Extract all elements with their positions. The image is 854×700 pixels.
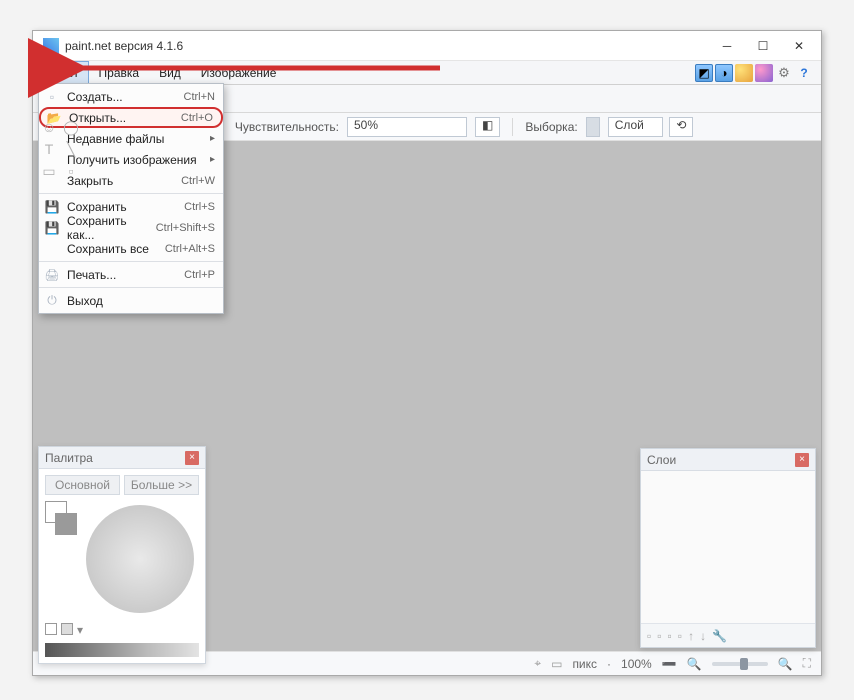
tool-more-icon[interactable]: ▫ (61, 161, 81, 181)
tolerance-input[interactable]: 50% (347, 117, 467, 137)
colors-window-icon[interactable] (755, 64, 773, 82)
zoom-out-icon[interactable]: ➖ (662, 657, 677, 671)
separator (512, 118, 513, 136)
history-window-icon[interactable]: ◑ (715, 64, 733, 82)
gradient-strip[interactable] (45, 643, 199, 657)
menu-item-saveas[interactable]: 💾 Сохранить как... Ctrl+Shift+S (39, 217, 223, 238)
tolerance-label: Чувствительность: (235, 120, 339, 134)
menubar: Файл Правка Вид Изображение ◩ ◑ ⚙ ? (33, 61, 821, 85)
menu-image[interactable]: Изображение (191, 61, 287, 84)
selection-swatch-icon[interactable] (586, 117, 600, 137)
recent-color[interactable] (45, 623, 57, 635)
tool-rect-icon[interactable]: ▭ (39, 161, 59, 181)
tolerance-mode-icon[interactable]: ◧ (475, 117, 500, 137)
menu-separator (39, 261, 223, 262)
layers-list[interactable] (641, 471, 815, 623)
cursor-pos-icon: ⌖ (534, 656, 541, 671)
save-icon: 💾 (45, 200, 59, 214)
tools-window-icon[interactable]: ◩ (695, 64, 713, 82)
zoom-value: 100% (621, 657, 652, 671)
primary-color-select[interactable]: Основной (45, 475, 120, 495)
duplicate-layer-icon[interactable]: ▫ (668, 629, 672, 643)
new-file-icon: ▫ (45, 90, 59, 104)
menu-separator (39, 287, 223, 288)
layers-toolbar: ▫ ▫ ▫ ▫ ↑ ↓ 🔧 (641, 623, 815, 647)
close-button[interactable]: ✕ (781, 32, 817, 60)
delete-layer-icon[interactable]: ▫ (657, 629, 661, 643)
selection-size-icon: ▭ (551, 657, 562, 671)
tool-line-icon[interactable]: ╲ (61, 139, 81, 159)
secondary-swatch[interactable] (55, 513, 77, 535)
tool-text-icon[interactable]: T (39, 139, 59, 159)
tool-shape-icon[interactable]: ◯ (61, 117, 81, 137)
selection-select[interactable]: Слой (608, 117, 663, 137)
save-as-icon: 💾 (45, 221, 59, 235)
settings-icon[interactable]: ⚙ (775, 64, 793, 82)
app-icon (43, 38, 59, 54)
zoom-slider[interactable] (712, 662, 768, 666)
move-down-icon[interactable]: ↓ (700, 629, 706, 643)
submenu-arrow-icon: ▸ (210, 133, 215, 144)
titlebar: paint.net версия 4.1.6 ─ ☐ ✕ (33, 31, 821, 61)
layer-props-icon[interactable]: 🔧 (712, 629, 727, 643)
menu-item-exit[interactable]: ⏻ Выход (39, 290, 223, 311)
menu-file[interactable]: Файл (37, 61, 89, 84)
layers-title: Слои (647, 453, 676, 467)
add-layer-icon[interactable]: ▫ (647, 629, 651, 643)
layers-window-icon[interactable] (735, 64, 753, 82)
menu-item-saveall[interactable]: Сохранить все Ctrl+Alt+S (39, 238, 223, 259)
zoom-in-icon[interactable]: 🔍 (778, 657, 793, 671)
print-icon: 🖨 (45, 268, 59, 282)
tool-person-icon[interactable]: ☺ (39, 117, 59, 137)
selection-mode-icon[interactable]: ⟲ (669, 117, 693, 137)
merge-layer-icon[interactable]: ▫ (678, 629, 682, 643)
chevron-down-icon[interactable]: ▾ (77, 623, 83, 637)
menu-item-create[interactable]: ▫ Создать... Ctrl+N (39, 86, 223, 107)
color-wheel[interactable] (86, 505, 194, 613)
submenu-arrow-icon: ▸ (210, 154, 215, 165)
minimize-button[interactable]: ─ (709, 32, 745, 60)
zoom-fit-icon[interactable]: 🔍 (687, 657, 702, 671)
move-up-icon[interactable]: ↑ (688, 629, 694, 643)
menu-view[interactable]: Вид (149, 61, 191, 84)
menu-edit[interactable]: Правка (89, 61, 150, 84)
close-icon[interactable]: × (185, 451, 199, 465)
close-icon[interactable]: × (795, 453, 809, 467)
selection-label: Выборка: (525, 120, 577, 134)
maximize-button[interactable]: ☐ (745, 32, 781, 60)
unit-label[interactable]: пикс (572, 657, 597, 671)
layers-panel[interactable]: Слои × ▫ ▫ ▫ ▫ ↑ ↓ 🔧 (640, 448, 816, 648)
palette-title: Палитра (45, 451, 93, 465)
layers-header[interactable]: Слои × (641, 449, 815, 471)
help-icon[interactable]: ? (795, 64, 813, 82)
fullscreen-icon[interactable]: ⛶ (803, 656, 811, 671)
menu-item-print[interactable]: 🖨 Печать... Ctrl+P (39, 264, 223, 285)
more-button[interactable]: Больше >> (124, 475, 199, 495)
utility-icons: ◩ ◑ ⚙ ? (695, 61, 817, 84)
menu-separator (39, 193, 223, 194)
exit-icon: ⏻ (45, 294, 59, 308)
color-palette-panel[interactable]: Палитра × Основной Больше >> ▾ (38, 446, 206, 664)
window-title: paint.net версия 4.1.6 (65, 39, 709, 53)
toolbox: ☺◯ T╲ ▭▫ (39, 117, 81, 181)
palette-header[interactable]: Палитра × (39, 447, 205, 469)
recent-color[interactable] (61, 623, 73, 635)
